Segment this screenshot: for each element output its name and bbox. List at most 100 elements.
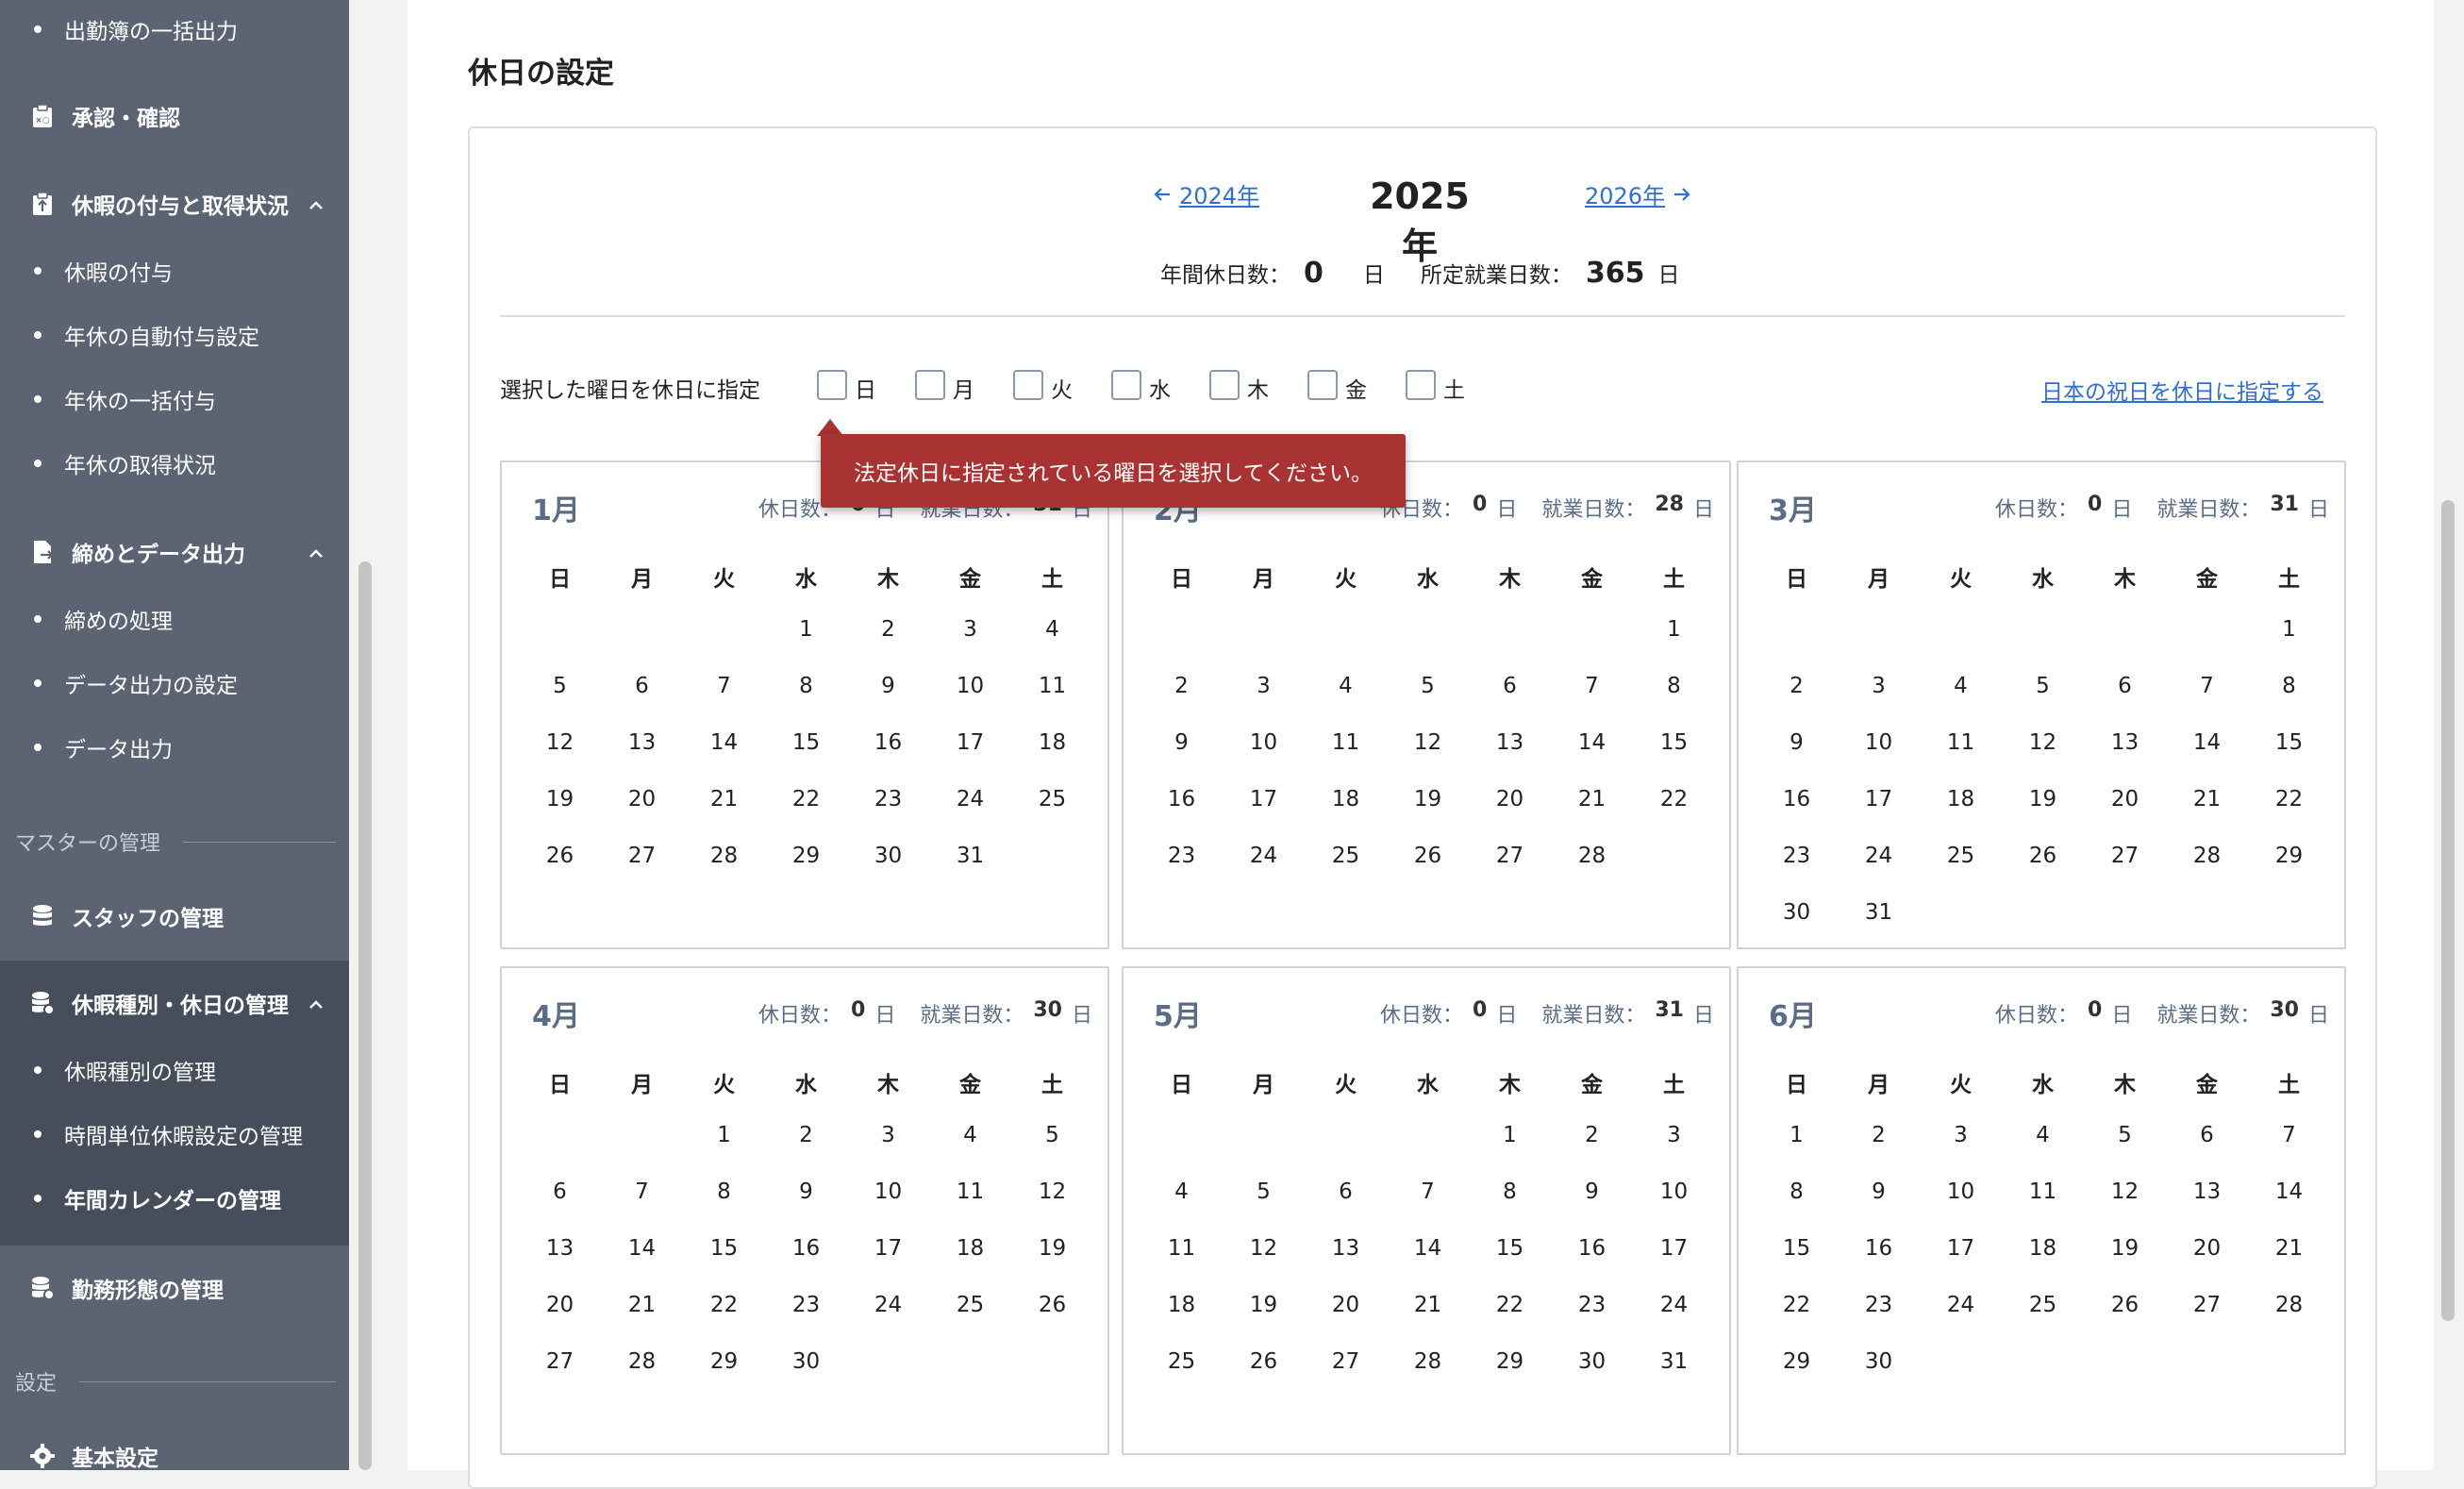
day-cell[interactable]: 30	[1838, 1349, 1920, 1374]
day-cell[interactable]: 20	[1469, 787, 1551, 811]
day-cell[interactable]: 27	[601, 844, 683, 868]
day-cell[interactable]: 13	[2166, 1179, 2248, 1204]
day-cell[interactable]: 9	[847, 674, 929, 698]
day-cell[interactable]: 30	[1756, 900, 1838, 925]
day-cell[interactable]: 1	[2248, 617, 2330, 642]
day-cell[interactable]: 30	[847, 844, 929, 868]
day-cell[interactable]: 10	[847, 1179, 929, 1204]
day-cell[interactable]: 23	[1140, 844, 1223, 868]
day-cell[interactable]: 3	[1920, 1123, 2002, 1147]
day-cell[interactable]: 10	[929, 674, 1011, 698]
day-cell[interactable]: 27	[2084, 844, 2166, 868]
day-cell[interactable]: 24	[1223, 844, 1305, 868]
day-cell[interactable]: 4	[1011, 617, 1093, 642]
day-cell[interactable]: 11	[1140, 1236, 1223, 1261]
day-cell[interactable]: 15	[683, 1236, 765, 1261]
weekday-checkbox-wed[interactable]	[1111, 370, 1141, 400]
day-cell[interactable]: 3	[847, 1123, 929, 1147]
day-cell[interactable]: 19	[2084, 1236, 2166, 1261]
sidebar-item-leave-type-management[interactable]: 休暇種別の管理	[34, 1054, 216, 1086]
day-cell[interactable]: 28	[1387, 1349, 1469, 1374]
chevron-up-icon[interactable]	[306, 195, 326, 216]
day-cell[interactable]: 3	[1633, 1123, 1715, 1147]
day-cell[interactable]: 12	[1011, 1179, 1093, 1204]
day-cell[interactable]: 17	[1223, 787, 1305, 811]
day-cell[interactable]: 5	[2002, 674, 2084, 698]
day-cell[interactable]: 1	[683, 1123, 765, 1147]
day-cell[interactable]: 22	[683, 1293, 765, 1317]
day-cell[interactable]: 24	[1920, 1293, 2002, 1317]
day-cell[interactable]: 28	[2166, 844, 2248, 868]
day-cell[interactable]: 9	[1140, 730, 1223, 755]
day-cell[interactable]: 24	[1838, 844, 1920, 868]
sidebar-group-leave-grant[interactable]: 休暇の付与と取得状況	[26, 188, 289, 220]
day-cell[interactable]: 20	[601, 787, 683, 811]
day-cell[interactable]: 9	[1551, 1179, 1633, 1204]
day-cell[interactable]: 4	[929, 1123, 1011, 1147]
day-cell[interactable]: 27	[519, 1349, 601, 1374]
weekday-checkbox-tue[interactable]	[1013, 370, 1043, 400]
sidebar-item-bulk-attendance-output[interactable]: 出勤簿の一括出力	[34, 13, 238, 45]
sidebar-item-export-settings[interactable]: データ出力の設定	[34, 667, 238, 699]
day-cell[interactable]: 13	[601, 730, 683, 755]
day-cell[interactable]: 8	[1756, 1179, 1838, 1204]
day-cell[interactable]: 8	[683, 1179, 765, 1204]
day-cell[interactable]: 26	[519, 844, 601, 868]
day-cell[interactable]: 19	[1223, 1293, 1305, 1317]
day-cell[interactable]: 20	[519, 1293, 601, 1317]
day-cell[interactable]: 7	[683, 674, 765, 698]
day-cell[interactable]: 21	[683, 787, 765, 811]
day-cell[interactable]: 6	[1469, 674, 1551, 698]
day-cell[interactable]: 31	[1633, 1349, 1715, 1374]
day-cell[interactable]: 11	[929, 1179, 1011, 1204]
day-cell[interactable]: 18	[1920, 787, 2002, 811]
day-cell[interactable]: 17	[1633, 1236, 1715, 1261]
day-cell[interactable]: 26	[1223, 1349, 1305, 1374]
day-cell[interactable]: 28	[2248, 1293, 2330, 1317]
day-cell[interactable]: 18	[929, 1236, 1011, 1261]
day-cell[interactable]: 2	[1838, 1123, 1920, 1147]
day-cell[interactable]: 25	[1305, 844, 1387, 868]
day-cell[interactable]: 3	[929, 617, 1011, 642]
day-cell[interactable]: 7	[2248, 1123, 2330, 1147]
sidebar-item-annual-calendar[interactable]: 年間カレンダーの管理	[34, 1182, 281, 1214]
day-cell[interactable]: 27	[1305, 1349, 1387, 1374]
sidebar-item-staff[interactable]: スタッフの管理	[26, 900, 224, 932]
day-cell[interactable]: 24	[1633, 1293, 1715, 1317]
day-cell[interactable]: 18	[1140, 1293, 1223, 1317]
weekday-checkbox-fri[interactable]	[1307, 370, 1338, 400]
day-cell[interactable]: 23	[1838, 1293, 1920, 1317]
day-cell[interactable]: 19	[1387, 787, 1469, 811]
next-year-link[interactable]: 2026年	[1585, 177, 1693, 210]
day-cell[interactable]: 7	[1551, 674, 1633, 698]
day-cell[interactable]: 15	[1633, 730, 1715, 755]
day-cell[interactable]: 25	[929, 1293, 1011, 1317]
day-cell[interactable]: 15	[1469, 1236, 1551, 1261]
day-cell[interactable]: 1	[1756, 1123, 1838, 1147]
day-cell[interactable]: 2	[1551, 1123, 1633, 1147]
sidebar-item-auto-grant[interactable]: 年休の自動付与設定	[34, 319, 259, 351]
day-cell[interactable]: 25	[1920, 844, 2002, 868]
day-cell[interactable]: 12	[2084, 1179, 2166, 1204]
day-cell[interactable]: 16	[1140, 787, 1223, 811]
day-cell[interactable]: 28	[601, 1349, 683, 1374]
day-cell[interactable]: 13	[2084, 730, 2166, 755]
chevron-up-icon[interactable]	[306, 995, 326, 1015]
sidebar-item-approval[interactable]: ×○ 承認・確認	[26, 100, 180, 132]
day-cell[interactable]: 6	[2084, 674, 2166, 698]
day-cell[interactable]: 9	[765, 1179, 847, 1204]
day-cell[interactable]: 1	[1469, 1123, 1551, 1147]
day-cell[interactable]: 10	[1633, 1179, 1715, 1204]
day-cell[interactable]: 24	[929, 787, 1011, 811]
day-cell[interactable]: 22	[1469, 1293, 1551, 1317]
day-cell[interactable]: 25	[1011, 787, 1093, 811]
day-cell[interactable]: 7	[2166, 674, 2248, 698]
day-cell[interactable]: 10	[1920, 1179, 2002, 1204]
day-cell[interactable]: 19	[2002, 787, 2084, 811]
day-cell[interactable]: 2	[847, 617, 929, 642]
day-cell[interactable]: 12	[1223, 1236, 1305, 1261]
day-cell[interactable]: 10	[1223, 730, 1305, 755]
day-cell[interactable]: 19	[519, 787, 601, 811]
sidebar-item-leave-grant[interactable]: 休暇の付与	[34, 255, 173, 287]
day-cell[interactable]: 30	[765, 1349, 847, 1374]
